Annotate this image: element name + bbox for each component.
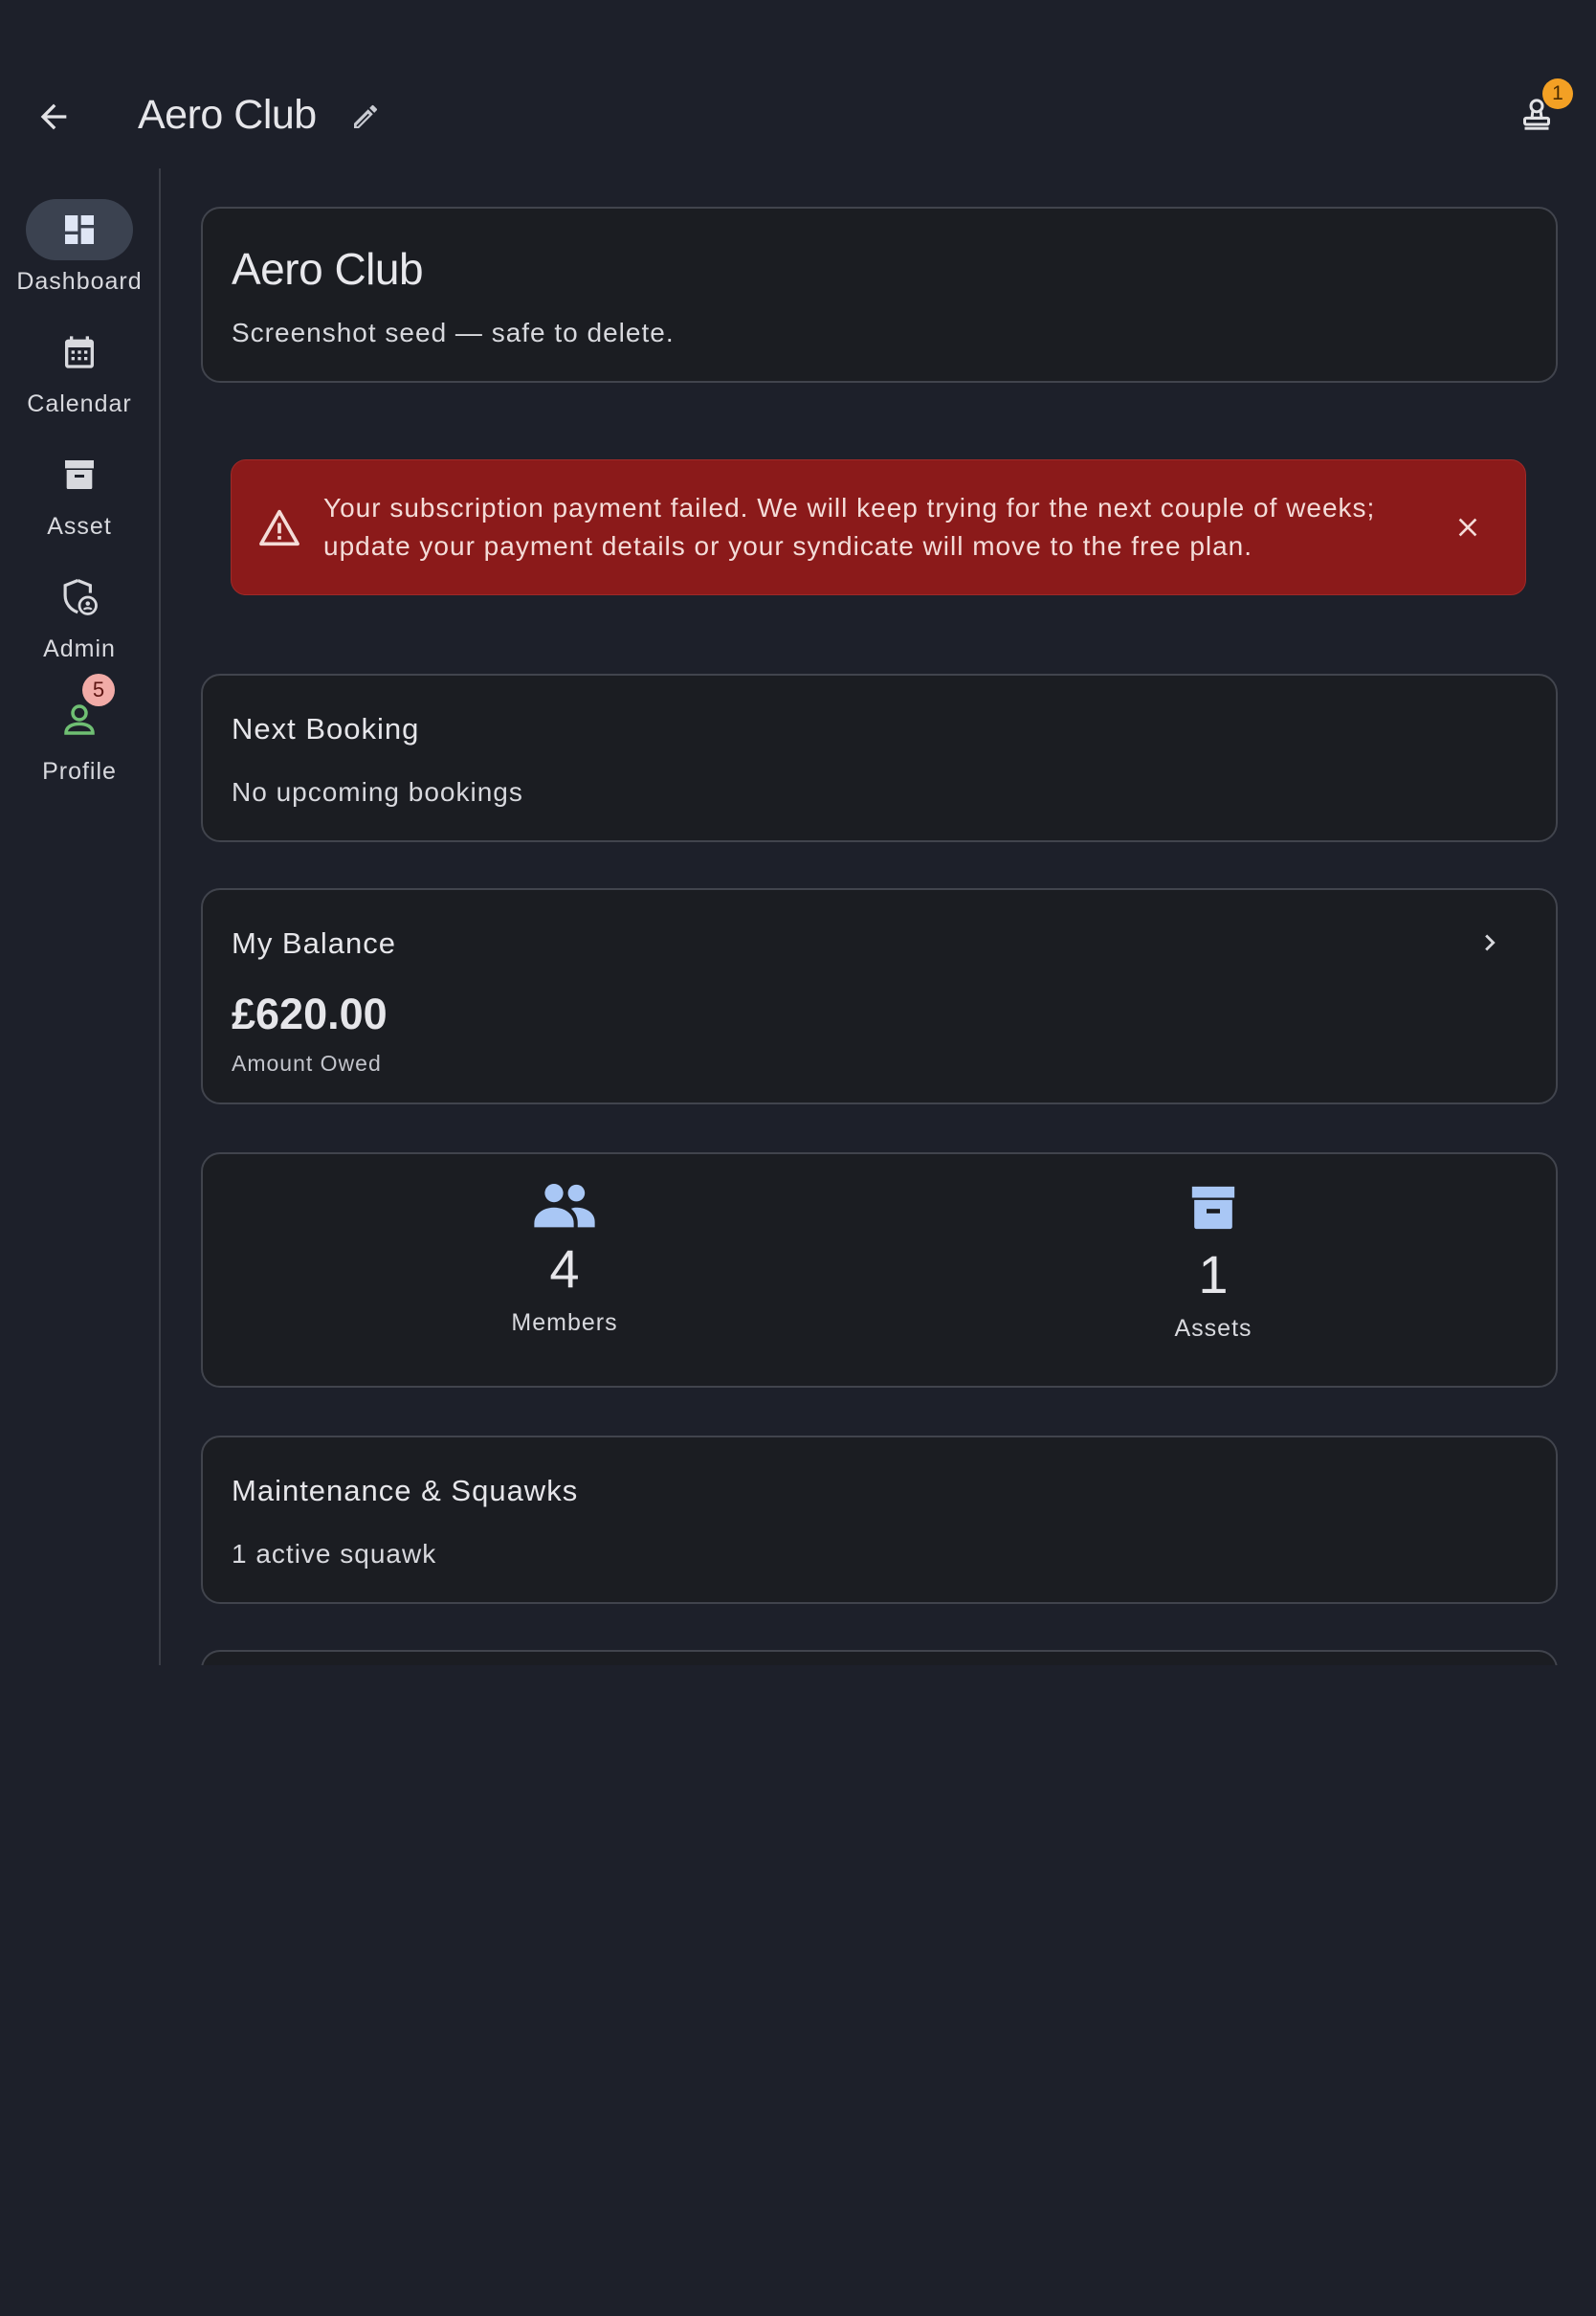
- assets-stat[interactable]: 1 Assets: [1022, 1181, 1405, 1343]
- profile-badge: 5: [82, 674, 115, 706]
- rail-item-admin[interactable]: Admin: [0, 551, 159, 666]
- rail-label-admin: Admin: [43, 635, 116, 662]
- club-card: Aero Club Screenshot seed — safe to dele…: [201, 207, 1558, 383]
- warning-icon: [259, 509, 299, 546]
- balance-amount: £620.00: [232, 990, 388, 1038]
- balance-details-button[interactable]: [1466, 919, 1514, 967]
- club-title: Aero Club: [232, 244, 424, 294]
- rail-item-calendar[interactable]: Calendar: [0, 306, 159, 421]
- archive-icon: [1191, 1186, 1235, 1230]
- rail-item-profile[interactable]: Profile: [0, 674, 159, 789]
- rail-item-dashboard[interactable]: Dashboard: [0, 184, 159, 299]
- page-title: Aero Club: [138, 92, 317, 138]
- archive-icon: [65, 460, 94, 489]
- people-icon: [534, 1184, 595, 1228]
- balance-card[interactable]: My Balance £620.00 Amount Owed: [201, 888, 1558, 1104]
- chevron-right-icon: [1485, 934, 1496, 951]
- balance-title: My Balance: [232, 926, 396, 960]
- rail-label-profile: Profile: [42, 758, 117, 785]
- next-booking-card[interactable]: Next Booking No upcoming bookings: [201, 674, 1558, 842]
- rail-active-indicator: [26, 199, 133, 260]
- rail-item-asset[interactable]: Asset: [0, 429, 159, 544]
- assets-count: 1: [1198, 1244, 1229, 1304]
- stats-card: 4 Members 1 Assets: [201, 1152, 1558, 1388]
- assets-label: Assets: [1174, 1315, 1252, 1342]
- alert-line-1: Your subscription payment failed. We wil…: [323, 493, 1376, 523]
- dashboard-icon: [65, 215, 94, 244]
- rail-label-dashboard: Dashboard: [16, 268, 143, 295]
- navigation-rail: Dashboard Calendar Asset Admin Profile 5: [0, 168, 161, 1665]
- next-booking-title: Next Booking: [232, 712, 420, 746]
- notification-badge: 1: [1542, 78, 1573, 109]
- rail-icon-container: [26, 567, 133, 628]
- maintenance-text: 1 active squawk: [232, 1539, 437, 1569]
- edit-title-button[interactable]: [343, 94, 388, 140]
- rail-icon-container: [26, 322, 133, 383]
- arrow-back-icon: [40, 103, 67, 130]
- members-stat[interactable]: 4 Members: [373, 1181, 756, 1337]
- maintenance-title: Maintenance & Squawks: [232, 1474, 579, 1507]
- alert-line-2: update your payment details or your synd…: [323, 531, 1253, 561]
- back-button[interactable]: [25, 88, 82, 145]
- close-icon: [1458, 518, 1477, 537]
- app-bar: Aero Club 1: [0, 0, 1596, 168]
- maintenance-card[interactable]: Maintenance & Squawks 1 active squawk: [201, 1436, 1558, 1604]
- alert-message: Your subscription payment failed. We wil…: [323, 489, 1405, 566]
- dismiss-alert-button[interactable]: [1445, 504, 1491, 550]
- main-content: Aero Club Screenshot seed — safe to dele…: [161, 168, 1596, 1665]
- pencil-icon: [354, 104, 378, 128]
- balance-subtitle: Amount Owed: [232, 1051, 382, 1076]
- rail-label-calendar: Calendar: [27, 390, 132, 417]
- members-count: 4: [549, 1238, 580, 1299]
- rail-label-asset: Asset: [47, 513, 112, 540]
- club-description: Screenshot seed — safe to delete.: [232, 318, 675, 347]
- payment-failed-alert: Your subscription payment failed. We wil…: [231, 459, 1526, 595]
- admin-shield-icon: [63, 579, 98, 615]
- calendar-icon: [65, 336, 94, 368]
- members-label: Members: [511, 1309, 618, 1336]
- partial-card: [201, 1650, 1558, 1665]
- rail-icon-container: [26, 689, 133, 750]
- rail-icon-container: [26, 444, 133, 505]
- next-booking-text: No upcoming bookings: [232, 777, 523, 807]
